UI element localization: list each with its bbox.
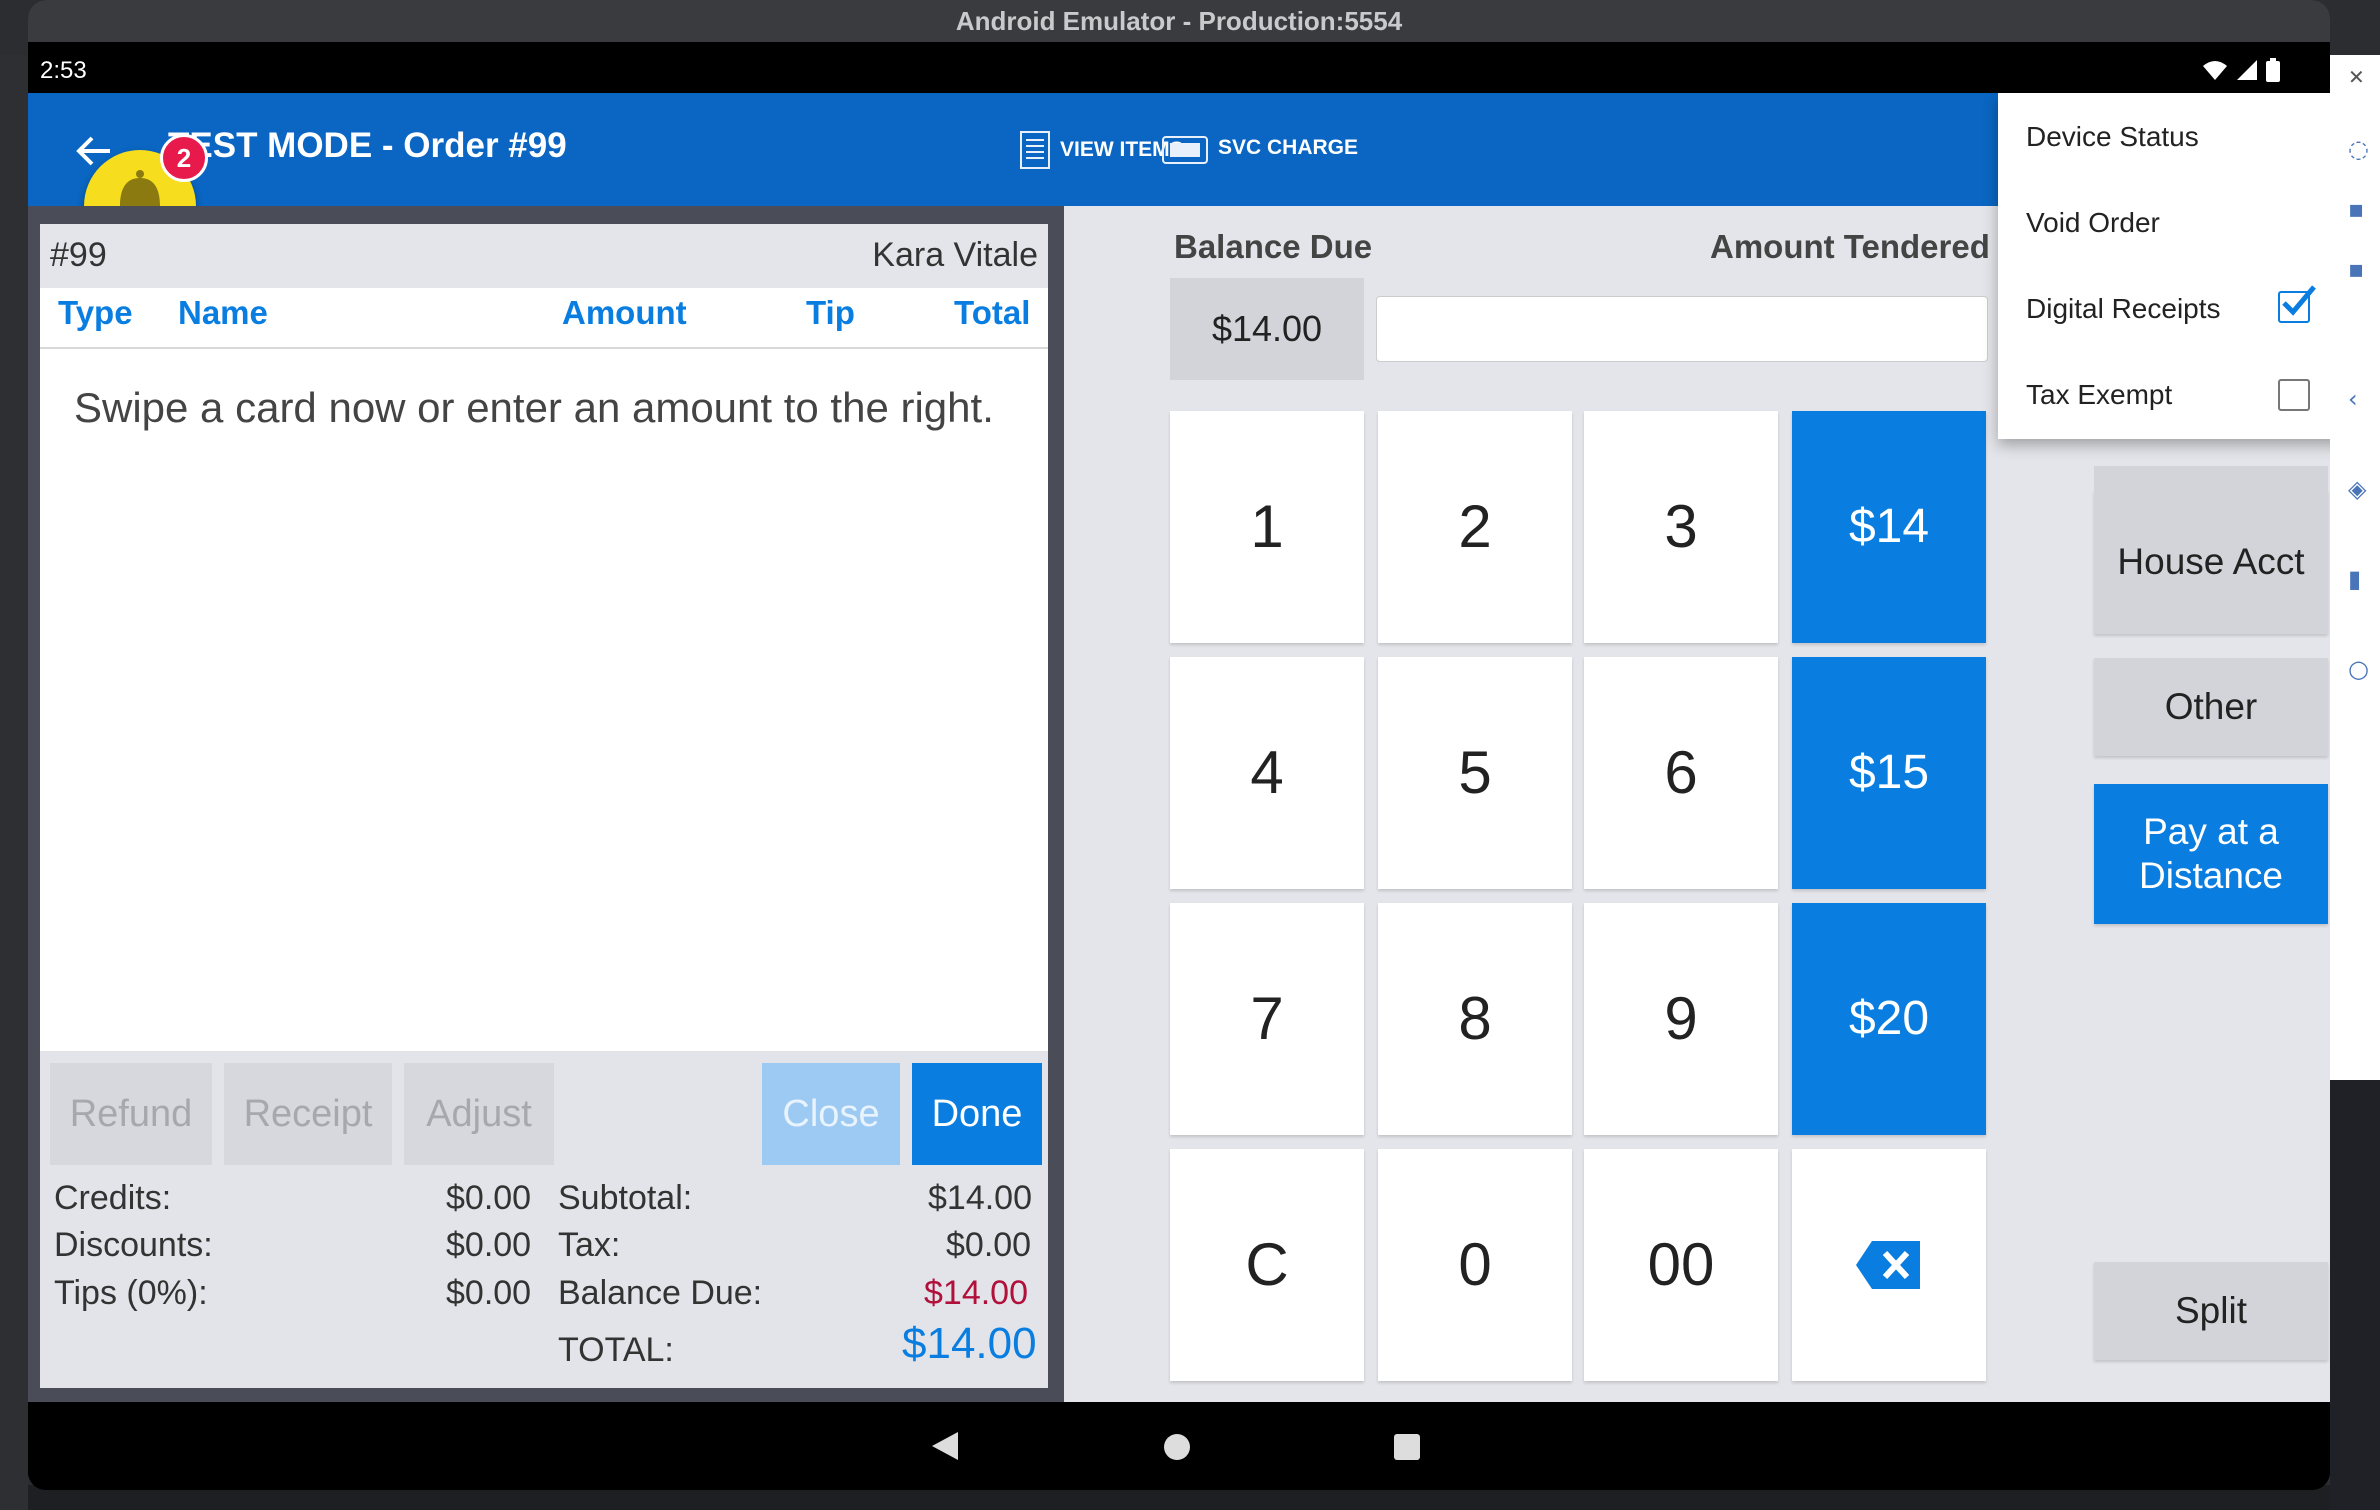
subtotal-value: $14.00 (928, 1179, 1032, 1217)
keypad-5[interactable]: 5 (1378, 657, 1572, 889)
balance-due-value: $14.00 (924, 1274, 1028, 1312)
list-icon (1020, 131, 1050, 169)
background-editor-strip (0, 55, 28, 1510)
tool-icon: ◌ (2348, 135, 2369, 163)
quick-amount-20[interactable]: $20 (1792, 903, 1986, 1135)
backspace-icon (1856, 1241, 1920, 1289)
order-footer: Refund Receipt Adjust Close Done Credits… (40, 1051, 1048, 1388)
view-items-button[interactable]: VIEW ITEMS (1020, 131, 1184, 169)
close-icon: ✕ (2348, 65, 2365, 89)
menu-digital-receipts[interactable]: Digital Receipts (2026, 293, 2221, 325)
header-divider (40, 347, 1048, 349)
menu-void-order[interactable]: Void Order (2026, 207, 2160, 239)
keypad-3[interactable]: 3 (1584, 411, 1778, 643)
amount-tendered-input[interactable] (1376, 296, 1988, 362)
split-button[interactable]: Split (2094, 1262, 2328, 1360)
tax-label: Tax: (558, 1226, 621, 1264)
android-nav-bar (28, 1402, 2330, 1490)
notification-badge: 2 (160, 134, 208, 182)
status-icons (2202, 58, 2280, 82)
svc-charge-label: SVC CHARGE (1218, 136, 1359, 159)
keypad-6[interactable]: 6 (1584, 657, 1778, 889)
discounts-label: Discounts: (54, 1226, 213, 1264)
balance-due-label: Balance Due: (558, 1274, 763, 1312)
subtotal-label: Subtotal: (558, 1179, 693, 1217)
emulator-window: Android Emulator - Production:5554 2:53 … (28, 0, 2330, 1490)
close-button[interactable]: Close (762, 1063, 900, 1165)
tool-icon: ▮ (2348, 565, 2362, 593)
main-content: #99 Kara Vitale Type Name Amount Tip Tot… (28, 206, 2330, 1402)
tips-value: $0.00 (446, 1274, 532, 1312)
balance-due-display[interactable]: $14.00 (1170, 278, 1364, 380)
window-title: Android Emulator - Production:5554 (28, 0, 2330, 42)
total-label: TOTAL: (558, 1331, 674, 1369)
column-header-name: Name (178, 294, 268, 331)
background-side-panel: ✕ ◌ ▪ ▪ ‹ ◈ ▮ ○ (2330, 55, 2380, 1510)
other-button[interactable]: Other (2094, 658, 2328, 756)
tool-icon: ○ (2348, 655, 2369, 683)
order-header: #99 Kara Vitale (40, 224, 1048, 288)
discounts-value: $0.00 (446, 1226, 532, 1264)
tool-icon: ▪ (2348, 195, 2365, 223)
quick-amount-14[interactable]: $14 (1792, 411, 1986, 643)
tool-icon: ◈ (2348, 475, 2367, 503)
amount-tendered-heading: Amount Tendered (1710, 228, 1990, 265)
customer-name: Kara Vitale (872, 236, 1038, 274)
svc-charge-button[interactable]: SVC CHARGE (1162, 131, 1358, 165)
pay-at-distance-button[interactable]: Pay at a Distance (2094, 784, 2328, 924)
digital-receipts-checkbox[interactable] (2278, 285, 2316, 323)
column-header-total: Total (954, 294, 1031, 331)
keypad-0[interactable]: 0 (1378, 1149, 1572, 1381)
nav-home-icon[interactable] (1164, 1434, 1190, 1460)
nav-back-icon[interactable] (932, 1432, 958, 1460)
credits-value: $0.00 (446, 1179, 532, 1217)
house-acct-button[interactable]: House Acct (2094, 490, 2328, 634)
keypad-00[interactable]: 00 (1584, 1149, 1778, 1381)
battery-icon (2266, 58, 2280, 82)
keypad-backspace[interactable] (1792, 1149, 1986, 1381)
tax-value: $0.00 (946, 1226, 1032, 1264)
keypad-1[interactable]: 1 (1170, 411, 1364, 643)
column-header-type: Type (58, 294, 133, 331)
status-bar: 2:53 (28, 48, 2330, 93)
app-bar: TEST MODE - Order #99 VIEW ITEMS SVC CHA… (28, 93, 2330, 206)
credits-label: Credits: (54, 1179, 172, 1217)
menu-tax-exempt[interactable]: Tax Exempt (2026, 379, 2172, 411)
refund-button[interactable]: Refund (50, 1063, 212, 1165)
keypad-4[interactable]: 4 (1170, 657, 1364, 889)
tax-exempt-checkbox[interactable] (2278, 379, 2310, 411)
order-number: #99 (50, 236, 107, 274)
card-charge-icon (1162, 136, 1208, 164)
tool-icon: ‹ (2348, 385, 2358, 413)
keypad-7[interactable]: 7 (1170, 903, 1364, 1135)
checkmark-icon (2282, 285, 2316, 316)
page-title: TEST MODE - Order #99 (168, 126, 567, 165)
tips-label: Tips (0%): (54, 1274, 208, 1312)
nav-recents-icon[interactable] (1394, 1434, 1420, 1460)
keypad-2[interactable]: 2 (1378, 411, 1572, 643)
tool-icon: ▪ (2348, 255, 2365, 283)
keypad-clear[interactable]: C (1170, 1149, 1364, 1381)
adjust-button[interactable]: Adjust (404, 1063, 554, 1165)
wifi-icon (2203, 61, 2227, 80)
keypad-9[interactable]: 9 (1584, 903, 1778, 1135)
done-button[interactable]: Done (912, 1063, 1042, 1165)
keypad-8[interactable]: 8 (1378, 903, 1572, 1135)
menu-device-status[interactable]: Device Status (2026, 121, 2199, 153)
total-value: $14.00 (902, 1319, 1037, 1368)
swipe-prompt: Swipe a card now or enter an amount to t… (74, 384, 994, 431)
signal-icon (2237, 60, 2257, 80)
quick-amount-15[interactable]: $15 (1792, 657, 1986, 889)
overflow-menu: Device Status Void Order Digital Receipt… (1998, 93, 2330, 439)
status-time: 2:53 (40, 57, 87, 84)
balance-due-heading: Balance Due (1174, 228, 1373, 265)
receipt-button[interactable]: Receipt (224, 1063, 392, 1165)
column-header-amount: Amount (562, 294, 687, 331)
background-dark-area (2330, 1080, 2380, 1510)
order-panel: #99 Kara Vitale Type Name Amount Tip Tot… (40, 224, 1048, 1388)
column-header-tip: Tip (806, 294, 855, 331)
